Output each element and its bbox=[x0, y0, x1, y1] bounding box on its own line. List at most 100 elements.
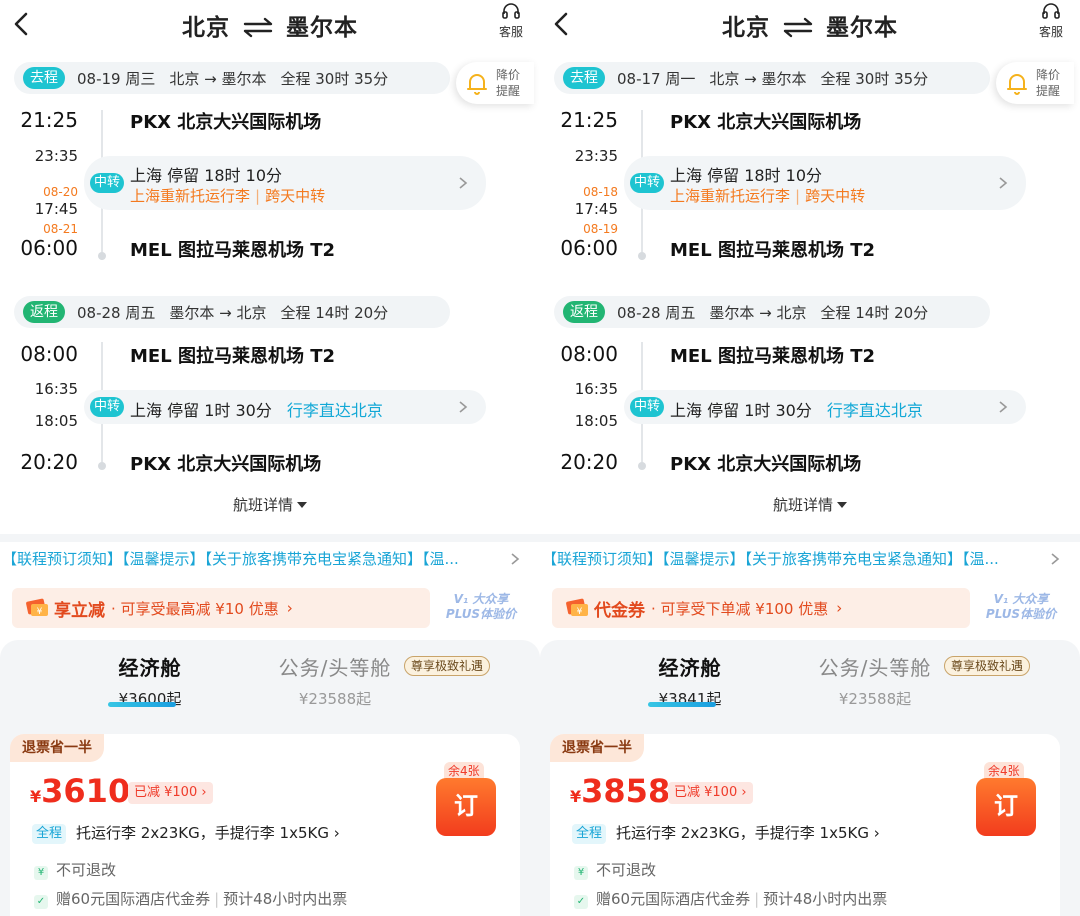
business-price: ¥23588起 bbox=[298, 690, 372, 708]
price-alert-button[interactable]: 降价提醒 bbox=[996, 62, 1074, 104]
return-stopover[interactable]: 中转 上海 停留 1时 30分 行李直达北京 bbox=[84, 390, 486, 424]
return-dep-time: 08:00 bbox=[20, 342, 78, 366]
coupon-icon: ¥ bbox=[26, 598, 48, 617]
fare-currency: ¥ bbox=[30, 787, 42, 806]
outbound-stop-city: 上海 bbox=[670, 166, 703, 185]
economy-name: 经济舱 bbox=[658, 656, 722, 680]
tab-business[interactable]: 公务/头等舱 ¥23588起 bbox=[260, 652, 410, 709]
baggage-text: 托运行李 2x23KG，手提行李 1x5KG › bbox=[616, 824, 880, 842]
gift-rule: ✓ 赠60元国际酒店代金券 | 预计48小时内出票 bbox=[574, 888, 887, 909]
outbound-stopover[interactable]: 中转 上海 停留 18时 10分 上海重新托运行李 | 跨天中转 bbox=[624, 156, 1026, 210]
notice-banner[interactable]: 【联程预订须知】【温馨提示】【关于旅客携带充电宝紧急通知】【温... bbox=[2, 548, 502, 569]
promo-arrow: › bbox=[836, 599, 843, 617]
outbound-stop-stay: 停留 18时 10分 bbox=[707, 166, 823, 185]
discount-badge[interactable]: 已减 ¥100 › bbox=[128, 782, 213, 804]
customer-service-button[interactable]: 客服 bbox=[494, 2, 528, 40]
tab-active-underline bbox=[108, 702, 176, 707]
promo-banner[interactable]: ¥ 代金券 · 可享受下单减 ¥100 优惠 › bbox=[552, 588, 970, 628]
discount-badge[interactable]: 已减 ¥100 › bbox=[668, 782, 753, 804]
coupon-icon: ¥ bbox=[566, 598, 588, 617]
headset-icon bbox=[502, 3, 520, 19]
ticket-time-text: 预计48小时内出票 bbox=[223, 890, 348, 908]
outbound-duration: 全程 30时 35分 bbox=[820, 69, 929, 88]
check-icon: ✓ bbox=[574, 895, 588, 909]
promo-banner[interactable]: ¥ 享立减 · 可享受最高减 ¥10 优惠 › bbox=[12, 588, 430, 628]
book-button[interactable]: 订 bbox=[436, 778, 496, 836]
outbound-dep-time: 21:25 bbox=[20, 108, 78, 132]
flight-details-label: 航班详情 bbox=[772, 496, 833, 514]
outbound-stop-dep-time: 17:45 bbox=[34, 200, 78, 218]
outbound-stopover[interactable]: 中转 上海 停留 18时 10分 上海重新托运行李 | 跨天中转 bbox=[84, 156, 486, 210]
chevron-right-icon[interactable] bbox=[510, 552, 520, 566]
price-alert-button[interactable]: 降价提醒 bbox=[456, 62, 534, 104]
plus-badge[interactable]: V₁ 大众享 PLUS体验价 bbox=[436, 592, 526, 622]
return-dep-time: 08:00 bbox=[560, 342, 618, 366]
gift-rule-text: 赠60元国际酒店代金券 bbox=[56, 890, 211, 908]
outbound-header: 去程 08-17 周一 北京 → 墨尔本 全程 30时 35分 bbox=[554, 62, 990, 94]
chevron-right-icon[interactable] bbox=[1050, 552, 1060, 566]
return-tag: 返程 bbox=[563, 301, 605, 323]
book-button[interactable]: 订 bbox=[976, 778, 1036, 836]
yen-icon: ¥ bbox=[574, 866, 588, 880]
outbound-tag: 去程 bbox=[23, 67, 65, 89]
business-price: ¥23588起 bbox=[838, 690, 912, 708]
plus-badge-line2: PLUS体验价 bbox=[445, 607, 517, 621]
outbound-dep-airport: PKX 北京大兴国际机场 bbox=[130, 112, 322, 133]
return-route: 墨尔本 → 北京 bbox=[709, 303, 807, 322]
notice-banner[interactable]: 【联程预订须知】【温馨提示】【关于旅客携带充电宝紧急通知】【温... bbox=[542, 548, 1042, 569]
flight-details-toggle[interactable]: 航班详情 bbox=[540, 494, 1080, 515]
plus-badge[interactable]: V₁ 大众享 PLUS体验价 bbox=[976, 592, 1066, 622]
outbound-stop-tag: 中转 bbox=[90, 173, 125, 193]
chevron-right-icon bbox=[459, 401, 468, 413]
chevron-right-icon bbox=[999, 401, 1008, 413]
promo-text: · 可享受下单减 ¥100 优惠 bbox=[651, 599, 829, 618]
headset-icon bbox=[1042, 3, 1060, 19]
title-to: 墨尔本 bbox=[826, 15, 899, 41]
promo-title: 代金券 bbox=[594, 600, 645, 621]
outbound-stop-tag: 中转 bbox=[630, 173, 665, 193]
flight-details-toggle[interactable]: 航班详情 bbox=[0, 494, 540, 515]
top-bar: 北京 墨尔本 客服 bbox=[0, 0, 540, 50]
outbound-arr-time: 06:00 bbox=[560, 236, 618, 260]
outbound-arr-airport: MEL 图拉马莱恩机场 T2 bbox=[670, 240, 876, 261]
outbound-dep-airport: PKX 北京大兴国际机场 bbox=[670, 112, 862, 133]
fare-currency: ¥ bbox=[570, 787, 582, 806]
outbound-arr-date: 08-21 bbox=[43, 222, 78, 236]
caret-down-icon bbox=[837, 502, 847, 508]
baggage-tag: 全程 bbox=[572, 824, 607, 844]
return-stop-stay: 停留 1时 30分 bbox=[167, 401, 272, 420]
outbound-stop-note-recheck: 上海重新托运行李 bbox=[670, 187, 791, 205]
return-tag: 返程 bbox=[23, 301, 65, 323]
timeline-dot bbox=[98, 252, 106, 260]
tab-economy[interactable]: 经济舱 ¥3841起 bbox=[630, 652, 750, 709]
tab-economy[interactable]: 经济舱 ¥3600起 bbox=[90, 652, 210, 709]
check-icon: ✓ bbox=[34, 895, 48, 909]
plus-badge-line2: PLUS体验价 bbox=[985, 607, 1057, 621]
return-stop-stay: 停留 1时 30分 bbox=[707, 401, 812, 420]
return-duration: 全程 14时 20分 bbox=[280, 303, 389, 322]
section-divider bbox=[540, 534, 1080, 542]
outbound-stop-stay: 停留 18时 10分 bbox=[167, 166, 283, 185]
svg-text:¥: ¥ bbox=[37, 607, 43, 617]
return-stop-tag: 中转 bbox=[630, 397, 665, 417]
baggage-tag: 全程 bbox=[32, 824, 67, 844]
outbound-stop-dep-time: 17:45 bbox=[574, 200, 618, 218]
tab-business[interactable]: 公务/头等舱 ¥23588起 bbox=[800, 652, 950, 709]
swap-arrows-icon[interactable] bbox=[241, 16, 275, 38]
title-from: 北京 bbox=[181, 15, 230, 41]
plus-badge-line1: V₁ 大众享 bbox=[993, 592, 1049, 606]
vip-badge: 尊享极致礼遇 bbox=[404, 656, 491, 676]
return-stopover[interactable]: 中转 上海 停留 1时 30分 行李直达北京 bbox=[624, 390, 1026, 424]
customer-service-button[interactable]: 客服 bbox=[1034, 2, 1068, 40]
panel-left: 北京 墨尔本 客服 去程 08-19 周三 北京 → 墨尔本 全程 30时 35… bbox=[0, 0, 540, 916]
swap-arrows-icon[interactable] bbox=[781, 16, 815, 38]
yen-icon: ¥ bbox=[34, 866, 48, 880]
outbound-stop-city: 上海 bbox=[130, 166, 163, 185]
tab-active-underline bbox=[648, 702, 716, 707]
return-date: 08-28 周五 bbox=[77, 303, 156, 322]
baggage-info[interactable]: 全程 托运行李 2x23KG，手提行李 1x5KG › bbox=[572, 822, 880, 844]
ticket-time-text: 预计48小时内出票 bbox=[763, 890, 888, 908]
outbound-arr-date: 08-19 bbox=[583, 222, 618, 236]
baggage-info[interactable]: 全程 托运行李 2x23KG，手提行李 1x5KG › bbox=[32, 822, 340, 844]
outbound-header: 去程 08-19 周三 北京 → 墨尔本 全程 30时 35分 bbox=[14, 62, 450, 94]
